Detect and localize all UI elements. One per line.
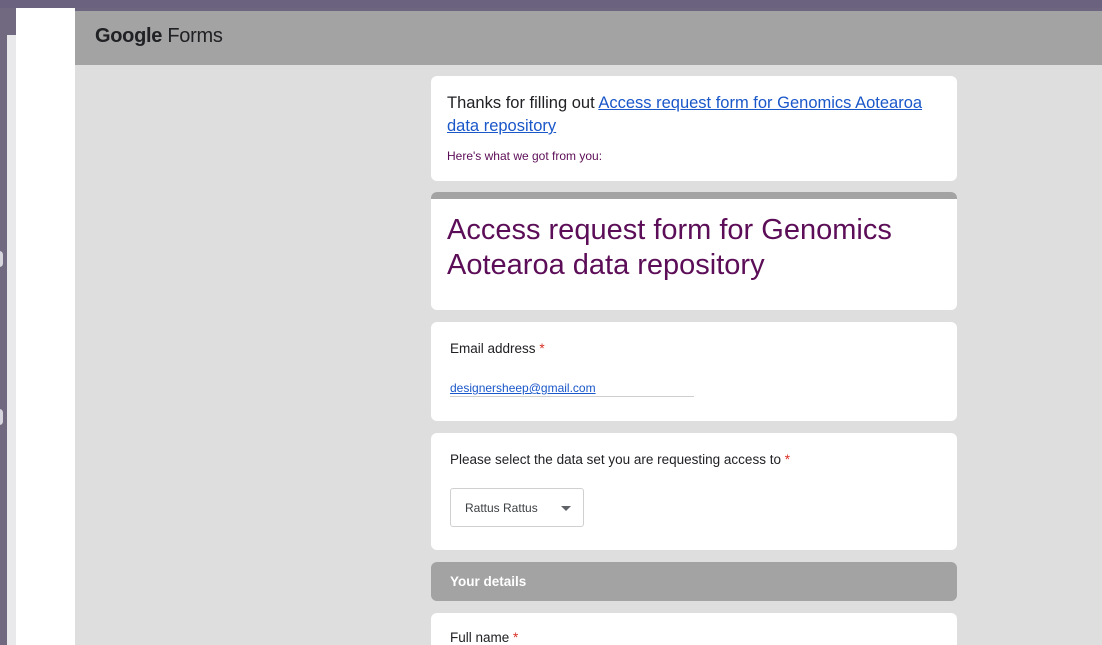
dataset-selected-value: Rattus Rattus [465, 501, 538, 515]
fullname-question-label: Full name * [450, 630, 518, 645]
resize-handle[interactable] [0, 251, 3, 267]
left-gutter [0, 8, 16, 645]
dataset-dropdown[interactable]: Rattus Rattus [450, 488, 584, 527]
section-header: Your details [431, 562, 957, 601]
dataset-question-card: Please select the data set you are reque… [431, 433, 957, 550]
required-asterisk: * [539, 341, 545, 356]
window-top-strip [0, 0, 1102, 8]
email-question-card: Email address * designersheep@gmail.com [431, 322, 957, 421]
forms-page: Google Forms Thanks for filling out Acce… [75, 11, 1102, 645]
email-label-text: Email address [450, 341, 536, 356]
section-title: Your details [450, 574, 527, 589]
app-header: Google Forms [75, 11, 1102, 65]
required-asterisk: * [784, 452, 790, 467]
logo-forms-text: Forms [167, 25, 223, 47]
required-asterisk: * [513, 630, 519, 645]
dataset-question-label: Please select the data set you are reque… [450, 452, 790, 467]
email-answer[interactable]: designersheep@gmail.com [450, 381, 694, 397]
google-forms-logo[interactable]: Google Forms [95, 25, 223, 48]
title-card-stripe [431, 192, 957, 199]
adjacent-panel-edge [7, 35, 16, 645]
email-question-label: Email address * [450, 341, 545, 356]
fullname-label-text: Full name [450, 630, 510, 645]
dataset-label-text: Please select the data set you are reque… [450, 452, 781, 467]
fullname-question-card: Full name * [431, 613, 957, 645]
resize-handle[interactable] [0, 409, 3, 425]
page-margin [16, 8, 75, 645]
form-title: Access request form for Genomics Aotearo… [447, 214, 892, 281]
thanks-prefix: Thanks for filling out [447, 94, 599, 112]
chevron-down-icon [561, 506, 571, 511]
summary-intro: Here's what we got from you: [447, 149, 603, 163]
form-title-card: Access request form for Genomics Aotearo… [431, 192, 957, 310]
logo-google-text: Google [95, 25, 163, 47]
confirmation-card: Thanks for filling out Access request fo… [431, 76, 957, 181]
thanks-message: Thanks for filling out Access request fo… [447, 92, 947, 138]
